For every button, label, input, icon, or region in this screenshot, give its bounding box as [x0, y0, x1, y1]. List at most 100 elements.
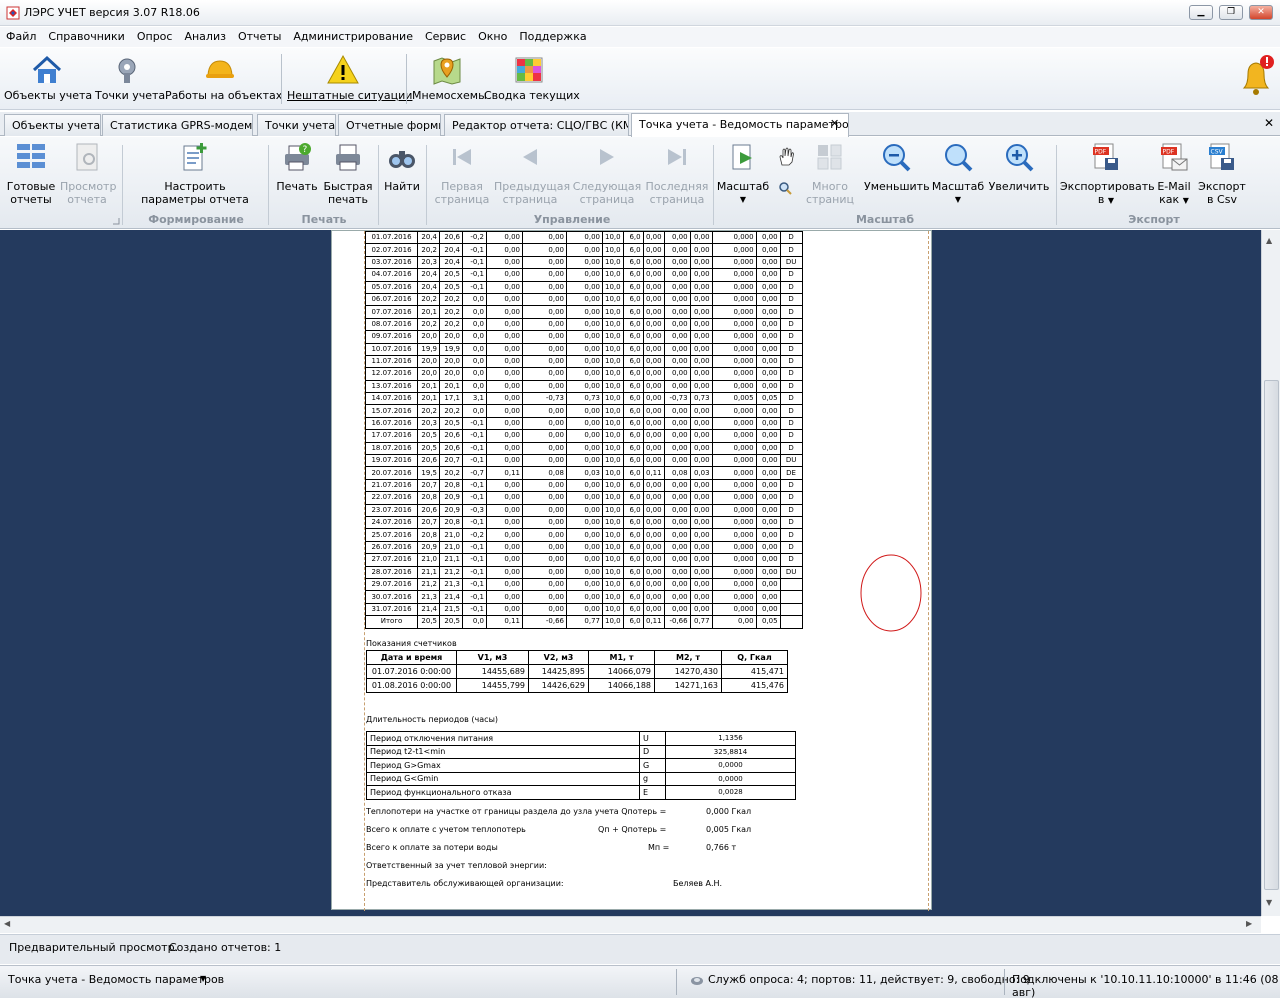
table-cell: -0,1 [462, 602, 487, 617]
table-cell: 0,00 [755, 367, 781, 381]
scroll-right-icon[interactable]: ▶ [1246, 919, 1252, 928]
email-button[interactable]: PDF E-Mail как ▼ [1154, 140, 1194, 207]
table-cell: D [779, 243, 803, 257]
menu-admin[interactable]: Администрирование [287, 27, 419, 43]
tab-close-icon[interactable]: ✕ [830, 117, 839, 130]
menu-service[interactable]: Сервис [419, 27, 472, 43]
hand-tool-icon[interactable] [776, 147, 796, 167]
minimize-button[interactable]: ▁ [1189, 5, 1213, 20]
menu-analysis[interactable]: Анализ [178, 27, 232, 43]
scroll-thumb[interactable] [1264, 380, 1279, 890]
table-cell: 0,00 [566, 602, 603, 617]
dropdown-arrow-icon: ▼ [739, 195, 747, 204]
dropdown-arrow-icon[interactable]: ▼ [200, 974, 206, 983]
scroll-up-icon[interactable]: ▲ [1266, 236, 1272, 245]
export-button[interactable]: PDF Экспортировать в ▼ [1060, 140, 1155, 207]
table-cell: 0,00 [642, 342, 665, 356]
close-all-tabs-icon[interactable]: ✕ [1264, 116, 1274, 130]
status-separator [1004, 969, 1005, 995]
table-cell: 6,0 [622, 268, 644, 282]
scale-mode-button[interactable]: Масштаб ▼ [716, 140, 770, 206]
table-row: 07.07.2016 20,1 20,2 0,0 0,00 0,00 0,00 10,0 6,0… [365, 305, 803, 319]
many-pages-button[interactable]: Много страниц [800, 140, 860, 206]
points-button[interactable]: Точки учета [95, 50, 165, 108]
table-cell: 0,000 [711, 230, 757, 245]
tab-report-forms[interactable]: Отчетные формы [338, 114, 441, 136]
tab-report-editor[interactable]: Редактор отчета: СЦО/ГВС (КМ) [444, 114, 629, 136]
table-cell [779, 590, 803, 604]
close-button[interactable]: ✕ [1249, 5, 1273, 20]
tab-parameters-sheet[interactable]: Точка учета - Ведомость параметро [631, 113, 849, 137]
menu-poll[interactable]: Опрос [131, 27, 179, 43]
menu-window[interactable]: Окно [472, 27, 513, 43]
representative-name: Беляев А.Н. [673, 879, 723, 888]
maximize-button[interactable]: ❐ [1219, 5, 1243, 20]
magnifier-tool-icon[interactable] [778, 181, 792, 195]
table-cell: 20,2 [439, 292, 463, 307]
quick-print-button[interactable]: Быстрая печать [322, 140, 374, 206]
table-cell: 0,00 [566, 565, 603, 579]
menu-file[interactable]: Файл [0, 27, 42, 43]
mnemo-button[interactable]: Мнемосхемы [412, 50, 487, 108]
table-cell: 20,8 [417, 491, 440, 505]
ready-reports-button[interactable]: Готовые отчеты [4, 140, 58, 206]
table-cell: 0,00 [486, 255, 523, 270]
vertical-scrollbar[interactable]: ▲ ▼ [1261, 230, 1280, 916]
zoom-out-button[interactable]: Уменьшить [864, 140, 930, 193]
works-button[interactable]: Работы на объектах [165, 50, 282, 108]
table-cell: D [779, 268, 803, 282]
table-cell: 24.07.2016 [365, 515, 418, 530]
table-cell: 0,00 [642, 602, 665, 617]
group-launcher-icon[interactable] [112, 217, 120, 225]
table-cell: 0,00 [642, 441, 665, 456]
table-cell: 0,00 [566, 404, 603, 418]
view-report-button[interactable]: Просмотр отчета [60, 140, 116, 206]
table-cell: 0,00 [642, 255, 665, 270]
table-cell: 6,0 [622, 243, 644, 257]
export-csv-button[interactable]: CSV Экспорт в Csv [1198, 140, 1246, 206]
configure-report-button[interactable]: Настроить параметры отчета [130, 140, 260, 206]
active-window-label[interactable]: Точка учета - Ведомость параметров [8, 973, 224, 986]
notification-bell-icon[interactable] [1238, 52, 1278, 100]
page-arrow-icon [732, 144, 752, 170]
menu-directories[interactable]: Справочники [42, 27, 130, 43]
scroll-down-icon[interactable]: ▼ [1266, 898, 1272, 907]
scroll-left-icon[interactable]: ◀ [4, 919, 10, 928]
tab-points[interactable]: Точки учета [257, 114, 336, 136]
zoom-in-button[interactable]: Увеличить [988, 140, 1050, 193]
table-cell: 0,05 [755, 615, 781, 629]
preview-workspace: 01.07.2016 20,4 20,6 -0,2 0,00 0,00 0,00 10,0 6,… [0, 230, 1261, 916]
table-cell: 0,00 [566, 528, 603, 542]
table-cell: 0,00 [663, 602, 691, 617]
zoom-scale-button[interactable]: Масштаб ▼ [930, 140, 986, 206]
next-page-button[interactable]: Следующая страница [572, 140, 642, 206]
table-cell: 14.07.2016 [365, 392, 418, 406]
objects-button[interactable]: Объекты учета [4, 50, 92, 108]
horizontal-scrollbar[interactable]: ◀ ▶ [0, 916, 1261, 933]
table-cell: D [779, 292, 803, 307]
main-toolbar: Объекты учета Точки учета Работы на объе… [0, 48, 1280, 110]
table-cell: 0,00 [663, 330, 691, 344]
table-cell: 20,8 [439, 478, 463, 493]
print-button[interactable]: ? Печать [274, 140, 320, 193]
table-cell: 0,00 [663, 441, 691, 456]
table-cell: 0,00 [522, 255, 567, 270]
find-button[interactable]: Найти [382, 140, 422, 193]
table-cell: 0,00 [755, 305, 781, 319]
first-page-button[interactable]: Первая страница [432, 140, 492, 206]
table-cell: 0,00 [663, 280, 691, 294]
tab-gprs[interactable]: Статистика GPRS-модемов [102, 114, 253, 136]
table-cell: 0,11 [486, 615, 523, 629]
menu-support[interactable]: Поддержка [513, 27, 592, 43]
incidents-button[interactable]: Нештатные ситуации [287, 50, 412, 108]
summary-button[interactable]: Сводка текущих [484, 50, 580, 108]
table-cell: 0,00 [642, 590, 665, 604]
last-page-button[interactable]: Последняя страница [644, 140, 710, 206]
prev-page-button[interactable]: Предыдущая страница [494, 140, 570, 206]
table-cell: 0,00 [642, 379, 665, 394]
table-cell: 6,0 [622, 305, 644, 319]
menu-reports[interactable]: Отчеты [232, 27, 287, 43]
table-row: 30.07.2016 21,3 21,4 -0,1 0,00 0,00 0,00 10,0 6,… [365, 590, 803, 604]
table-cell: 0,11 [642, 466, 665, 480]
tab-objects[interactable]: Объекты учета [4, 114, 101, 136]
